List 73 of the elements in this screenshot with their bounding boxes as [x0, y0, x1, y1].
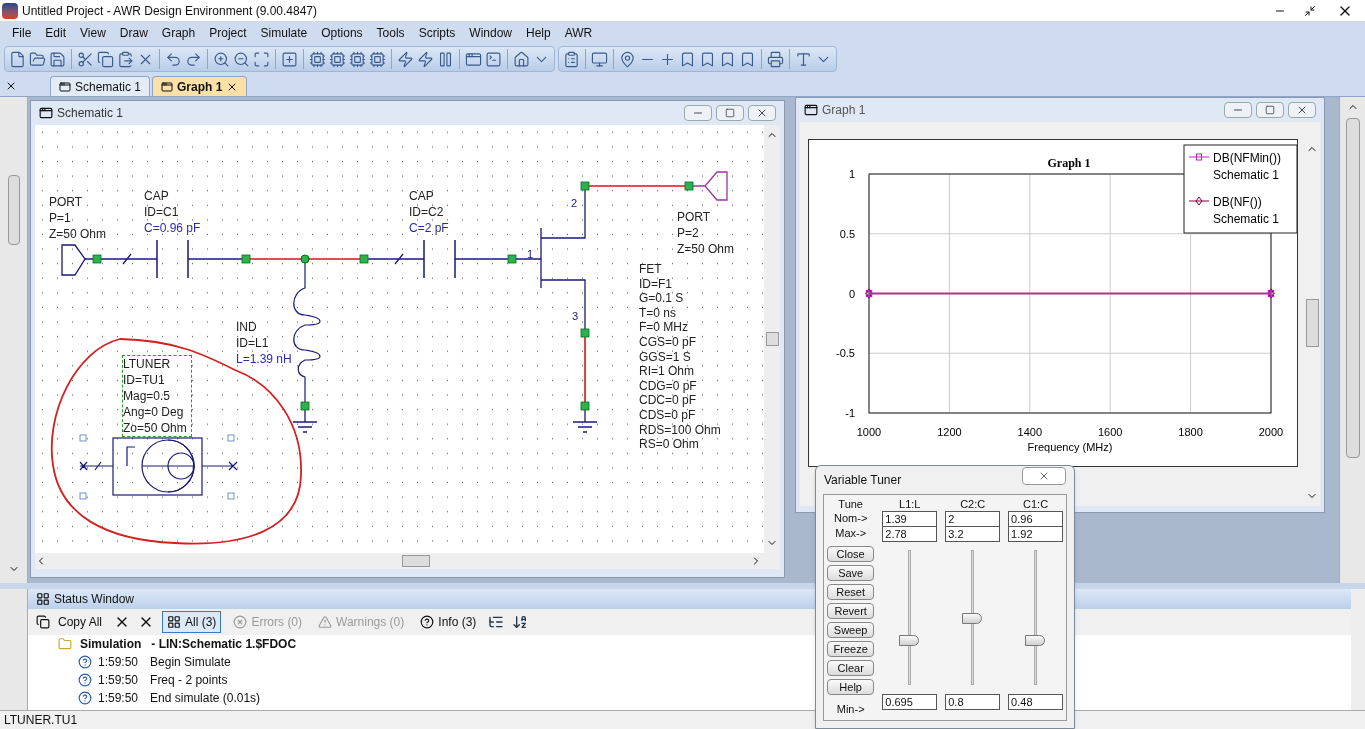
parameter-label: RS=0 Ohm — [639, 437, 700, 452]
legend-source: Schematic 1 — [1213, 168, 1280, 182]
parameter-label: Z=50 Ohm — [49, 226, 107, 242]
y-tick-label: -1 — [845, 407, 855, 419]
parameter-label: F=0 MHz — [639, 320, 689, 335]
y-tick-label: 0.5 — [839, 227, 855, 240]
column-header: C1:C — [1022, 497, 1050, 511]
parameter-label: CDS=0 pF — [639, 407, 697, 423]
window-title: Schematic 1 — [57, 105, 124, 122]
log-group-title: Simulation - LIN:Schematic 1.$FDOC — [80, 636, 297, 653]
parameter-label: RI=1 Ohm — [639, 364, 696, 379]
parameter-label: C=2 pF — [409, 220, 449, 236]
log-message: Begin Simulate — [150, 654, 231, 671]
parameter-label: Mag=0.5 — [123, 388, 172, 404]
row-label: Nom-> — [833, 511, 869, 526]
parameter-label: RDS=100 Ohm — [639, 422, 721, 438]
parameter-label: IND — [236, 319, 258, 335]
parameter-label: ID=L1 — [236, 335, 270, 351]
y-tick-label: 1 — [848, 168, 855, 180]
status-text: LTUNER.TU1 — [4, 712, 78, 729]
window-title: Untitled Project - AWR Design Environment (9.00.4847) — [22, 2, 318, 20]
pin-number: 1 — [527, 247, 534, 262]
parameter-label: C=0.96 pF — [144, 220, 201, 236]
pin-number: 3 — [572, 309, 579, 324]
row-label: Min-> — [835, 702, 866, 717]
legend-source: Schematic 1 — [1213, 212, 1280, 226]
x-tick-label: 1200 — [937, 426, 962, 438]
y-tick-label: 0 — [848, 287, 855, 300]
parameter-label: FET — [639, 262, 663, 277]
log-time: 1:59:50 — [98, 654, 139, 671]
parameter-label: CGS=0 pF — [639, 334, 698, 350]
x-tick-label: 2000 — [1258, 426, 1284, 438]
row-label: Tune — [837, 497, 864, 511]
parameter-label: CDG=0 pF — [639, 378, 698, 394]
x-tick-label: 1400 — [1017, 426, 1043, 438]
parameter-label: P=1 — [49, 210, 72, 226]
column-header: C2:C — [959, 497, 987, 511]
parameter-label: LTUNER — [123, 356, 172, 372]
parameter-label: G=0.1 S — [639, 291, 685, 306]
legend-label: DB(NFMin()) — [1213, 151, 1281, 165]
log-message: End simulate (0.01s) — [150, 690, 261, 707]
parameter-label: ID=C1 — [144, 204, 180, 220]
column-header: L1:L — [898, 497, 922, 511]
y-tick-label: -0.5 — [836, 347, 855, 360]
x-tick-label: 1600 — [1097, 426, 1123, 438]
parameter-label: L=1.39 nH — [236, 351, 292, 367]
parameter-label: ID=TU1 — [123, 372, 166, 388]
dialog-title: Variable Tuner — [824, 472, 902, 489]
panel-title: Status Window — [54, 591, 135, 608]
parameter-label: P=2 — [677, 225, 700, 241]
parameter-label: ID=F1 — [639, 276, 673, 292]
x-axis-label: Frequency (MHz) — [1027, 441, 1113, 453]
parameter-label: Ang=0 Deg — [123, 404, 185, 420]
log-message: Freq - 2 points — [150, 672, 228, 689]
parameter-label: CDC=0 pF — [639, 393, 698, 408]
parameter-label: GGS=1 S — [639, 349, 692, 365]
chart-title: Graph 1 — [1047, 156, 1091, 170]
row-label: Max-> — [834, 526, 868, 541]
log-time: 1:59:50 — [98, 672, 139, 689]
log-time: 1:59:50 — [98, 690, 139, 707]
parameter-label: CAP — [144, 188, 170, 204]
parameter-label: Z=50 Ohm — [677, 241, 735, 257]
parameter-label: ID=C2 — [409, 204, 445, 220]
parameter-label: T=0 ns — [639, 305, 678, 321]
parameter-label: Zo=50 Ohm — [123, 420, 187, 436]
legend-label: DB(NF()) — [1213, 195, 1262, 209]
parameter-label: PORT — [677, 209, 712, 225]
x-tick-label: 1800 — [1178, 426, 1203, 438]
pin-number: 2 — [571, 196, 578, 211]
parameter-label: PORT — [49, 194, 84, 210]
parameter-label: CAP — [409, 188, 435, 204]
x-tick-label: 1000 — [856, 426, 882, 438]
window-title: Graph 1 — [822, 102, 866, 119]
